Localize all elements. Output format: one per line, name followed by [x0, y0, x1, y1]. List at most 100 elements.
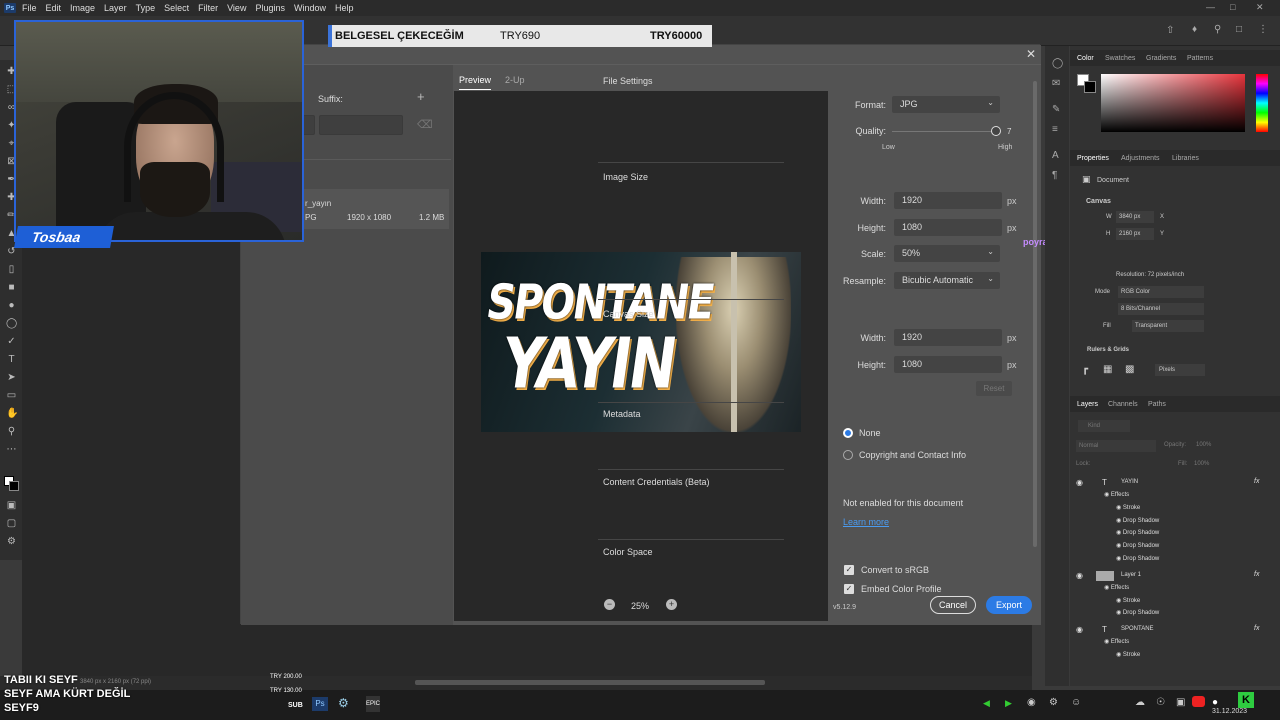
- steam-taskbar-icon[interactable]: ⚙: [338, 696, 349, 710]
- close-window-icon[interactable]: ✕: [1256, 2, 1264, 13]
- metadata-copyright-radio[interactable]: [843, 450, 853, 460]
- eye-icon[interactable]: ◉: [1116, 652, 1123, 658]
- mode-select[interactable]: RGB Color: [1118, 286, 1204, 298]
- eraser-tool-icon[interactable]: ▯: [6, 264, 17, 275]
- tab-paths[interactable]: Paths: [1148, 401, 1166, 408]
- image-height-input[interactable]: 1080: [894, 219, 1002, 236]
- tray-icon-9[interactable]: ●: [1212, 697, 1218, 708]
- gradient-tool-icon[interactable]: ■: [6, 282, 17, 293]
- tab-patterns[interactable]: Patterns: [1187, 55, 1213, 62]
- adjust-icon[interactable]: ≡: [1052, 124, 1058, 135]
- eye-icon[interactable]: ◉: [1076, 478, 1083, 487]
- canvas-height-field[interactable]: 2160 px: [1116, 228, 1154, 240]
- more-icon[interactable]: ⋮: [1258, 24, 1268, 35]
- eye-icon[interactable]: ◉: [1104, 492, 1111, 498]
- tab-preview[interactable]: Preview: [459, 75, 492, 90]
- menu-view[interactable]: View: [227, 3, 246, 13]
- guides-icon[interactable]: ▩: [1125, 364, 1134, 375]
- canvas-width-input[interactable]: 1920: [894, 329, 1002, 346]
- tab-color[interactable]: Color: [1077, 55, 1094, 62]
- eye-icon[interactable]: ◉: [1076, 625, 1083, 634]
- effects-group[interactable]: ◉ Effects: [1104, 491, 1129, 498]
- tray-icon-6[interactable]: ☁: [1135, 697, 1145, 708]
- tab-libraries[interactable]: Libraries: [1172, 155, 1199, 162]
- add-suffix-icon[interactable]: +: [417, 89, 425, 104]
- eye-icon[interactable]: ◉: [1116, 530, 1123, 536]
- workspace-icon[interactable]: □: [1236, 24, 1242, 35]
- more-tools-icon[interactable]: ⋯: [6, 444, 17, 455]
- quick-mask-icon[interactable]: ▣: [6, 500, 17, 511]
- menu-edit[interactable]: Edit: [46, 3, 62, 13]
- reset-button[interactable]: Reset: [976, 381, 1012, 396]
- image-width-input[interactable]: 1920: [894, 192, 1002, 209]
- brush-settings-icon[interactable]: ✎: [1052, 104, 1060, 115]
- eye-icon[interactable]: ◉: [1076, 571, 1083, 580]
- tab-layers[interactable]: Layers: [1077, 401, 1098, 408]
- path-select-tool-icon[interactable]: ➤: [6, 372, 17, 383]
- paragraph-icon[interactable]: ¶: [1052, 170, 1057, 181]
- zoom-in-icon[interactable]: +: [666, 599, 677, 610]
- eye-icon[interactable]: ◉: [1116, 610, 1123, 616]
- canvas-height-input[interactable]: 1080: [894, 356, 1002, 373]
- maximize-icon[interactable]: □: [1230, 2, 1235, 12]
- menu-file[interactable]: File: [22, 3, 37, 13]
- resample-select[interactable]: Bicubic Automatic ⌄: [894, 272, 1000, 289]
- layer-kind-filter[interactable]: Kind: [1078, 420, 1130, 432]
- tray-icon-3[interactable]: ◉: [1027, 697, 1036, 708]
- tray-icon-1[interactable]: ◀: [983, 698, 990, 709]
- zoom-out-icon[interactable]: −: [604, 599, 615, 610]
- menu-help[interactable]: Help: [335, 3, 354, 13]
- tab-gradients[interactable]: Gradients: [1146, 55, 1176, 62]
- eye-icon[interactable]: ◉: [1116, 543, 1123, 549]
- quality-slider-track[interactable]: [892, 131, 995, 132]
- network-icon[interactable]: ▣: [1176, 697, 1185, 708]
- settings-scrollbar[interactable]: [1033, 81, 1037, 547]
- epic-taskbar-icon[interactable]: EPIC: [366, 696, 380, 712]
- tab-channels[interactable]: Channels: [1108, 401, 1138, 408]
- minimize-icon[interactable]: —: [1206, 2, 1215, 12]
- background-color-swatch[interactable]: [9, 481, 19, 491]
- menu-type[interactable]: Type: [136, 3, 156, 13]
- blend-mode-select[interactable]: Normal: [1076, 440, 1156, 452]
- trash-icon[interactable]: ⌫: [417, 118, 433, 131]
- kick-icon[interactable]: K: [1238, 692, 1254, 708]
- layer-row[interactable]: ◉ T SPONTANE fx: [1076, 625, 1266, 637]
- horizontal-scrollbar[interactable]: [415, 680, 765, 685]
- scale-select[interactable]: 50% ⌄: [894, 245, 1000, 262]
- history-icon[interactable]: ◯: [1052, 58, 1063, 69]
- rectangle-tool-icon[interactable]: ▭: [6, 390, 17, 401]
- pen-tool-icon[interactable]: ✓: [6, 336, 17, 347]
- comments-icon[interactable]: ✉: [1052, 78, 1060, 89]
- suffix-input[interactable]: [319, 115, 403, 135]
- effects-group[interactable]: ◉ Effects: [1104, 584, 1129, 591]
- tab-swatches[interactable]: Swatches: [1105, 55, 1135, 62]
- effect-item[interactable]: ◉ Drop Shadow: [1116, 609, 1159, 616]
- layer-row[interactable]: ◉ T YAYIN fx: [1076, 478, 1266, 490]
- hand-tool-icon[interactable]: ✋: [6, 408, 18, 419]
- eye-icon[interactable]: ◉: [1116, 598, 1123, 604]
- eye-icon[interactable]: ◉: [1104, 585, 1111, 591]
- type-tool-icon[interactable]: T: [6, 354, 17, 365]
- blur-tool-icon[interactable]: ●: [6, 300, 17, 311]
- cancel-button[interactable]: Cancel: [930, 596, 976, 614]
- play-icon[interactable]: ▶: [1005, 698, 1012, 709]
- effect-item[interactable]: ◉ Drop Shadow: [1116, 542, 1159, 549]
- format-select[interactable]: JPG ⌄: [892, 96, 1000, 113]
- eye-icon[interactable]: ◉: [1104, 639, 1111, 645]
- color-field[interactable]: [1101, 74, 1245, 132]
- canvas-width-field[interactable]: 3840 px: [1116, 211, 1154, 223]
- units-select[interactable]: Pixels: [1155, 364, 1205, 376]
- fx-icon[interactable]: fx: [1254, 478, 1259, 485]
- effect-item[interactable]: ◉ Drop Shadow: [1116, 555, 1159, 562]
- close-icon[interactable]: ✕: [1026, 47, 1036, 61]
- effect-item[interactable]: ◉ Stroke: [1116, 504, 1140, 511]
- effects-group[interactable]: ◉ Effects: [1104, 638, 1129, 645]
- effect-item[interactable]: ◉ Drop Shadow: [1116, 517, 1159, 524]
- dodge-tool-icon[interactable]: ◯: [6, 318, 17, 329]
- quality-slider-thumb[interactable]: [991, 126, 1001, 136]
- opacity-value[interactable]: 100%: [1196, 442, 1211, 448]
- background-swatch[interactable]: [1084, 81, 1096, 93]
- effect-item[interactable]: ◉ Drop Shadow: [1116, 529, 1159, 536]
- edit-toolbar-icon[interactable]: ⚙: [6, 536, 17, 547]
- fx-icon[interactable]: fx: [1254, 571, 1259, 578]
